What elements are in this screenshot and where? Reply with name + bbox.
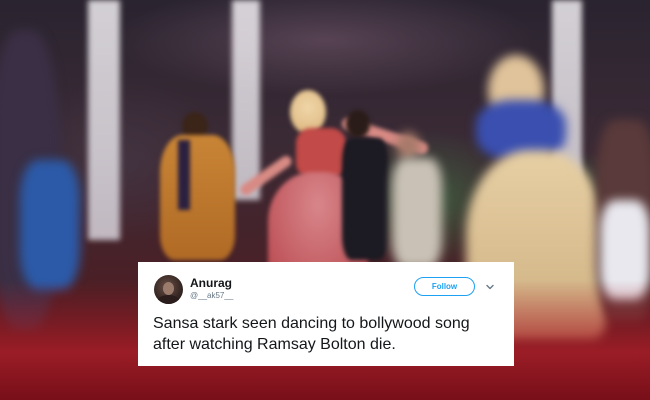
- main-dancer-blouse: [296, 128, 346, 178]
- stage-pillar-center: [232, 0, 260, 200]
- follow-button[interactable]: Follow: [414, 277, 475, 296]
- avatar[interactable]: [154, 275, 183, 304]
- display-name[interactable]: Anurag: [190, 276, 232, 290]
- chevron-down-icon[interactable]: [485, 282, 495, 292]
- dancer-blue-outfit: [20, 160, 80, 290]
- tweet-text: Sansa stark seen dancing to bollywood so…: [153, 315, 470, 353]
- dancer-bg-outfit: [392, 158, 442, 268]
- dancer-scarf: [178, 140, 190, 210]
- stage-pillar-left: [88, 0, 120, 240]
- user-handle[interactable]: @__ak57__: [190, 291, 233, 300]
- tweet-card: Anurag @__ak57__ Follow Sansa stark seen…: [138, 262, 514, 366]
- dancer-dark-shirt: [342, 138, 388, 260]
- dancer-dark-head: [346, 110, 370, 138]
- dancer-orange-kurta: [160, 135, 235, 260]
- avatar-shoulders: [157, 295, 180, 304]
- avatar-face: [163, 282, 174, 295]
- dancer-bg-head: [396, 132, 420, 160]
